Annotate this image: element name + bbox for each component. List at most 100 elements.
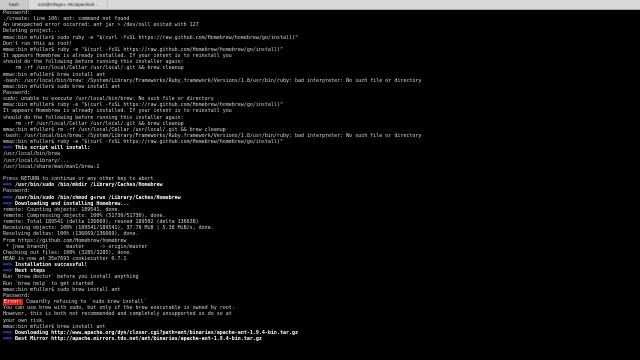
terminal-line: /usr/local/share/man/man1/brew.1 [3,164,99,170]
arrow-icon: ==> [3,145,16,152]
terminal-line: Password: [3,10,30,16]
terminal-line-text: mmac:bin mfuller$ ruby -e "$(curl -fsSL … [3,102,283,109]
terminal-line-text: mmac:bin mfuller$ sudo brew install ant [3,83,121,90]
terminal-line: From https://github.com/Homebrew/homebre… [3,238,126,244]
terminal-line: Error: Cowardly refusing to `sudo brew i… [3,299,147,306]
terminal-line: Checking out files: 100% (3285/3285), do… [3,250,132,256]
tab-root-session[interactable]: root@mfsgeo: /etc/apache2/... [29,0,108,9]
terminal-line: /usr/local/Library/... [3,158,69,164]
arrow-icon: ==> [3,268,16,275]
tab-label: bash [9,2,19,7]
terminal-line-text: -bash: /usr/local/bin/brew: /System/Libr… [3,133,422,139]
tab-bar: bash root@mfsgeo: /etc/apache2/... [0,0,640,10]
terminal-line: remote: Counting objects: 189541, done. [3,207,120,213]
terminal-line-text: /usr/local/share/man/man1/brew.1 [3,163,100,170]
terminal-line: mmac:bin mfuller$ sudo brew install ant [3,84,120,90]
terminal-line: remote: Compressing objects: 100% (51730… [3,213,166,219]
terminal-line: Resolving deltas: 100% (136669/136669), … [3,231,138,237]
terminal-line-text: Checking out files: 100% (3285/3285), do… [3,249,133,256]
terminal-line-text: Downloading and installing Homebrew... [15,200,130,207]
terminal-line: ==> Downloading http://www.apache.org/dy… [3,330,298,336]
terminal-line-text: remote: Counting objects: 189541, done. [3,206,121,213]
terminal-line: your own risk. [3,318,45,324]
terminal-line-text: This script will install: [15,145,91,152]
terminal-line: It appears Homebrew is already installed… [3,53,232,59]
terminal-line: Password: [3,90,30,96]
terminal-line: An unexpected error occurred: ant jar > … [3,22,199,28]
terminal-line-text: Press RETURN to continue or any other ke… [3,176,154,183]
terminal-line: -bash: /usr/local/bin/brew: /System/Libr… [3,78,421,84]
terminal-line-text: Downloading http://www.apache.org/dyn/cl… [15,329,299,336]
terminal-line-text: Password: [3,89,31,96]
arrow-icon: ==> [3,262,16,269]
terminal-line-text: Don't run this as root! [3,40,73,47]
arrow-icon: ==> [3,182,16,189]
terminal-line: mmac:bin mfuller$ ruby -e "$(curl -fsSL … [3,139,283,145]
terminal-line: Run `brew help` to get started [3,281,93,287]
terminal-line-text: mmac:bin mfuller$ rm -rf /usr/local/Cell… [3,126,226,133]
terminal-line: ==> Next steps [3,268,45,274]
terminal-line: However, this is both not recommended an… [3,311,232,317]
terminal-line: ==> This script will install: [3,145,90,151]
terminal-line-text: /usr/bin/sudo /bin/chmod g+rwx /Library/… [15,194,181,201]
terminal-line-text: Resolving deltas: 100% (136669/136669), … [3,231,139,238]
terminal-line-text: should do the following before running t… [3,59,184,66]
terminal-line-text: Run `brew help` to get started [3,280,94,287]
terminal-line-text: ./create: line 106: ant: command not fou… [3,16,130,23]
terminal-line-text: should do the following before running t… [3,114,184,121]
terminal-line-text: mmac:bin mfuller$ ruby -e "$(curl -fsSL … [3,139,283,146]
terminal-line: /usr/local/bin/brew [3,151,60,157]
terminal-line-text: It appears Homebrew is already installed… [3,108,232,115]
terminal-line: ==> /usr/bin/sudo /bin/chmod g+rwx /Libr… [3,195,181,201]
terminal-line: Don't run this as root! [3,41,72,47]
terminal-line-text: rm -rf /usr/local/Cellar /usr/local/.git… [3,65,184,72]
tab-bash[interactable]: bash [0,0,29,9]
terminal-line-text: Password: [3,188,31,195]
terminal-line-text: /usr/bin/sudo /bin/mkdir /Library/Caches… [15,182,163,189]
terminal-line-text: Password: [3,10,31,16]
terminal-line-text: Receiving objects: 100% (189541/189541),… [3,225,214,232]
error-badge: Error: [3,299,24,306]
terminal-line-text: mmac:bin mfuller$ sudo ruby -e "$(curl -… [3,34,299,41]
terminal-line-text: mmac:bin mfuller$ sudo brew install ant [3,286,121,293]
terminal-line: mmac:bin mfuller$ ruby -e "$(curl -fsSL … [3,47,283,53]
terminal-line: mmac:bin mfuller$ sudo ruby -e "$(curl -… [3,35,298,41]
terminal-line-text: rm -rf /usr/local/Cellar /usr/local/.git… [3,120,184,127]
terminal-line-text: You can use brew with sudo, but only if … [3,305,235,312]
terminal-line: sudo: unable to execute /usr/local/bin/b… [3,96,214,102]
arrow-icon: ==> [3,200,16,207]
terminal-line-text: -bash: /usr/local/bin/brew: /System/Libr… [3,77,422,84]
terminal-line-text: Installation successful! [15,262,88,269]
terminal-line-text: However, this is both not recommended an… [3,311,232,318]
terminal-line: ==> Installation successful! [3,262,87,268]
terminal-line-text: It appears Homebrew is already installed… [3,53,232,60]
terminal-line: rm -rf /usr/local/Cellar /usr/local/.git… [3,121,184,127]
terminal-line-text: From https://github.com/Homebrew/homebre… [3,237,127,244]
terminal-line: should do the following before running t… [3,115,184,121]
terminal-line: should do the following before running t… [3,59,184,65]
terminal-line-text: sudo: unable to execute /usr/local/bin/b… [3,96,214,103]
terminal-line: mmac:bin mfuller$ ruby -e "$(curl -fsSL … [3,102,283,108]
terminal-line: You can use brew with sudo, but only if … [3,305,235,311]
terminal-line-text: Next steps [15,268,46,275]
terminal-line-text: Cowardly refusing to `sudo brew install` [23,299,147,306]
terminal-output[interactable]: Password: ./create: line 106: ant: comman… [0,10,640,360]
terminal-line: rm -rf /usr/local/Cellar /usr/local/.git… [3,65,184,71]
terminal-line: Receiving objects: 100% (189541/189541),… [3,225,214,231]
terminal-line: It appears Homebrew is already installed… [3,108,232,114]
terminal-line: ==> Best Mirror http://apache.mirrors.td… [3,336,262,342]
terminal-line-text: * [new branch] master -> origin/master [3,243,148,250]
terminal-line: Password: [3,293,30,299]
arrow-icon: ==> [3,194,16,201]
terminal-line-text: HEAD is now at 35e7693 cookiecutter 0.7.… [3,256,127,262]
terminal-line: -bash: /usr/local/bin/brew: /System/Libr… [3,133,421,139]
terminal-line: ==> Downloading and installing Homebrew.… [3,201,129,207]
tab-label: root@mfsgeo: /etc/apache2/... [37,2,99,7]
terminal-line-text: remote: Total 189541 (delta 136669), reu… [3,219,199,226]
terminal-line: HEAD is now at 35e7693 cookiecutter 0.7.… [3,256,126,262]
terminal-line-text: mmac:bin mfuller$ brew install ant [3,323,106,330]
terminal-line: mmac:bin mfuller$ brew install ant [3,324,105,330]
terminal-line-text: mmac:bin mfuller$ ruby -e "$(curl -fsSL … [3,46,283,53]
terminal-line-text: Run `brew doctor` before you install any… [3,274,139,281]
terminal-line-text: remote: Compressing objects: 100% (51730… [3,212,166,219]
